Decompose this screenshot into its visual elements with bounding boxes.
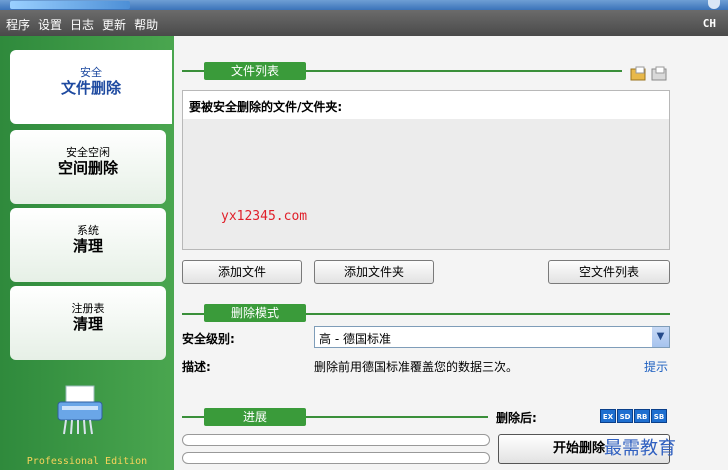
edition-label: Professional Edition xyxy=(26,456,148,467)
nav-small-label: 安全 xyxy=(80,66,102,79)
nav-small-label: 安全空闲 xyxy=(66,146,110,159)
progress-section-title: 进展 xyxy=(204,408,306,426)
delete-mode-section-title: 删除模式 xyxy=(204,304,306,322)
menu-bar: 程序 设置 日志 更新 帮助 CH xyxy=(0,10,728,36)
corner-watermark: 最需教育 xyxy=(604,438,676,459)
nav-secure-file-delete[interactable]: 安全 文件删除 xyxy=(10,50,172,124)
file-list-box[interactable]: 要被安全删除的文件/文件夹: yx12345.com xyxy=(182,90,670,250)
add-folder-button[interactable]: 添加文件夹 xyxy=(314,260,434,284)
file-list-header: 要被安全删除的文件/文件夹: xyxy=(183,91,669,119)
main-panel: 文件列表 要被安全删除的文件/文件夹: yx12345.com 添加文件 添加文… xyxy=(174,36,728,470)
file-list-section-title: 文件列表 xyxy=(204,62,306,80)
security-level-value: 高 - 德国标准 xyxy=(319,332,391,346)
menu-help[interactable]: 帮助 xyxy=(134,16,158,33)
option-sd-button[interactable]: SD xyxy=(617,409,633,423)
watermark-text: yx12345.com xyxy=(221,209,308,224)
option-ex-button[interactable]: EX xyxy=(600,409,616,423)
sidebar: 安全 文件删除 安全空闲 空间删除 系统 清理 注册表 清理 Professio… xyxy=(0,36,174,470)
start-delete-label: 开始删除 xyxy=(553,441,606,456)
nav-system-clean[interactable]: 系统 清理 xyxy=(10,208,166,282)
option-rb-button[interactable]: RB xyxy=(634,409,650,423)
option-sb-button[interactable]: SB xyxy=(651,409,667,423)
progress-bar-total xyxy=(182,434,490,446)
nav-small-label: 系统 xyxy=(77,224,99,237)
title-bar xyxy=(0,0,728,10)
security-level-select[interactable]: 高 - 德国标准 ▼ xyxy=(314,326,670,348)
nav-small-label: 注册表 xyxy=(71,302,105,315)
menu-update[interactable]: 更新 xyxy=(102,16,126,33)
description-text: 删除前用德国标准覆盖您的数据三次。 xyxy=(314,360,519,374)
nav-big-label: 清理 xyxy=(72,237,103,255)
add-file-button[interactable]: 添加文件 xyxy=(182,260,302,284)
nav-big-label: 清理 xyxy=(72,315,103,333)
menu-settings[interactable]: 设置 xyxy=(38,16,62,33)
security-level-label: 安全级别: xyxy=(182,332,235,346)
nav-registry-clean[interactable]: 注册表 清理 xyxy=(10,286,166,360)
language-switch[interactable]: CH xyxy=(703,17,716,30)
menu-log[interactable]: 日志 xyxy=(70,16,94,33)
nav-free-space-delete[interactable]: 安全空闲 空间删除 xyxy=(10,130,166,204)
progress-bar-current xyxy=(182,452,490,464)
after-delete-label: 删除后: xyxy=(496,411,537,425)
folder-icons xyxy=(630,66,667,81)
hint-link[interactable]: 提示 xyxy=(644,358,668,375)
window-control-button[interactable] xyxy=(708,0,720,9)
menu-program[interactable]: 程序 xyxy=(6,16,30,33)
shredder-icon xyxy=(57,385,103,435)
clear-list-button[interactable]: 空文件列表 xyxy=(548,260,670,284)
app-title-area xyxy=(10,1,130,9)
description-label: 描述: xyxy=(182,360,211,374)
nav-big-label: 文件删除 xyxy=(60,79,121,97)
nav-big-label: 空间删除 xyxy=(57,159,118,177)
chevron-down-icon[interactable]: ▼ xyxy=(652,327,669,347)
